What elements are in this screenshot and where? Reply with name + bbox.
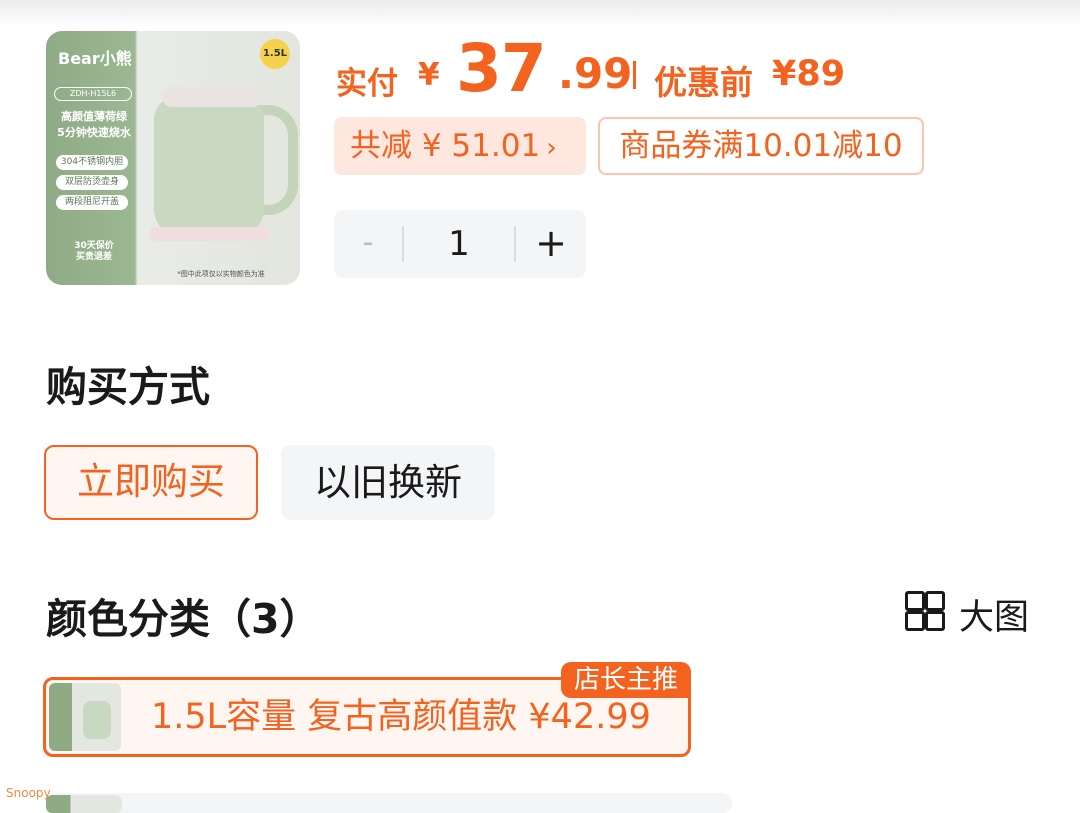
price-row: 实付 ¥ 37 .99 优惠前 ¥89 xyxy=(336,30,1036,107)
kettle-lid-shape xyxy=(162,87,262,107)
increase-button[interactable]: + xyxy=(516,210,586,278)
badge-line-2: 买贵退差 xyxy=(75,252,112,262)
feature-pill: 双层防烫壶身 xyxy=(56,175,128,190)
color-section-title: 颜色分类（3） xyxy=(46,595,321,643)
paid-label: 实付 xyxy=(336,66,398,102)
product-slogan: 高颜值薄荷绿 5分钟快速烧水 xyxy=(52,109,136,141)
watermark: Snoopy xyxy=(6,786,51,800)
price-divider xyxy=(633,61,636,89)
brand-logo: Bear小熊 xyxy=(58,49,132,68)
slogan-line-2: 5分钟快速烧水 xyxy=(57,126,131,139)
total-discount-button[interactable]: 共减 ¥ 51.01 › xyxy=(334,117,586,175)
badge-line-1: 30天保价 xyxy=(74,241,114,251)
feature-pill: 304不锈钢内胆 xyxy=(56,155,128,170)
kettle-thumbnail-shape xyxy=(83,701,111,739)
capacity-badge: 1.5L xyxy=(260,39,290,69)
color-option-thumbnail xyxy=(49,683,121,751)
before-discount-price: ¥89 xyxy=(772,54,846,94)
before-discount-label: 优惠前 xyxy=(654,63,753,102)
color-option-thumbnail xyxy=(46,795,122,813)
coupon-tag[interactable]: 商品券满10.01减10 xyxy=(598,117,924,175)
decrease-button[interactable]: - xyxy=(334,210,402,278)
trade-in-option[interactable]: 以旧换新 xyxy=(281,445,495,520)
recommended-badge: 店长主推 xyxy=(561,662,691,698)
slogan-line-1: 高颜值薄荷绿 xyxy=(61,110,127,123)
feature-pill: 两段阻尼开盖 xyxy=(56,195,128,210)
big-view-toggle[interactable]: 大图 xyxy=(905,589,1045,638)
price-protect-badge: 30天保价 买贵退差 xyxy=(66,241,122,263)
purchase-method-title: 购买方式 xyxy=(46,363,210,411)
price-decimal: .99 xyxy=(558,49,633,98)
buy-now-option[interactable]: 立即购买 xyxy=(44,445,258,520)
product-image[interactable]: Bear小熊 ZDH-H15L6 高颜值薄荷绿 5分钟快速烧水 304不锈钢内胆… xyxy=(46,31,300,285)
product-image-banner: Bear小熊 ZDH-H15L6 高颜值薄荷绿 5分钟快速烧水 304不锈钢内胆… xyxy=(46,31,138,285)
top-shade xyxy=(0,0,1080,28)
quantity-value[interactable]: 1 xyxy=(404,210,514,278)
color-option-item[interactable] xyxy=(46,793,732,813)
grid-icon xyxy=(905,591,945,631)
big-view-label: 大图 xyxy=(959,598,1030,638)
total-discount-label: 共减 ¥ 51.01 xyxy=(350,128,541,164)
chevron-right-icon: › xyxy=(546,133,557,163)
price-integer: 37 xyxy=(456,30,547,107)
model-number: ZDH-H15L6 xyxy=(54,87,132,101)
kettle-base-shape xyxy=(150,227,268,241)
quantity-stepper: - 1 + xyxy=(334,210,586,278)
image-footnote: *图中此项仅以实物颜色为准 xyxy=(177,270,265,278)
currency-symbol: ¥ xyxy=(418,57,440,93)
kettle-body-shape xyxy=(154,97,264,237)
